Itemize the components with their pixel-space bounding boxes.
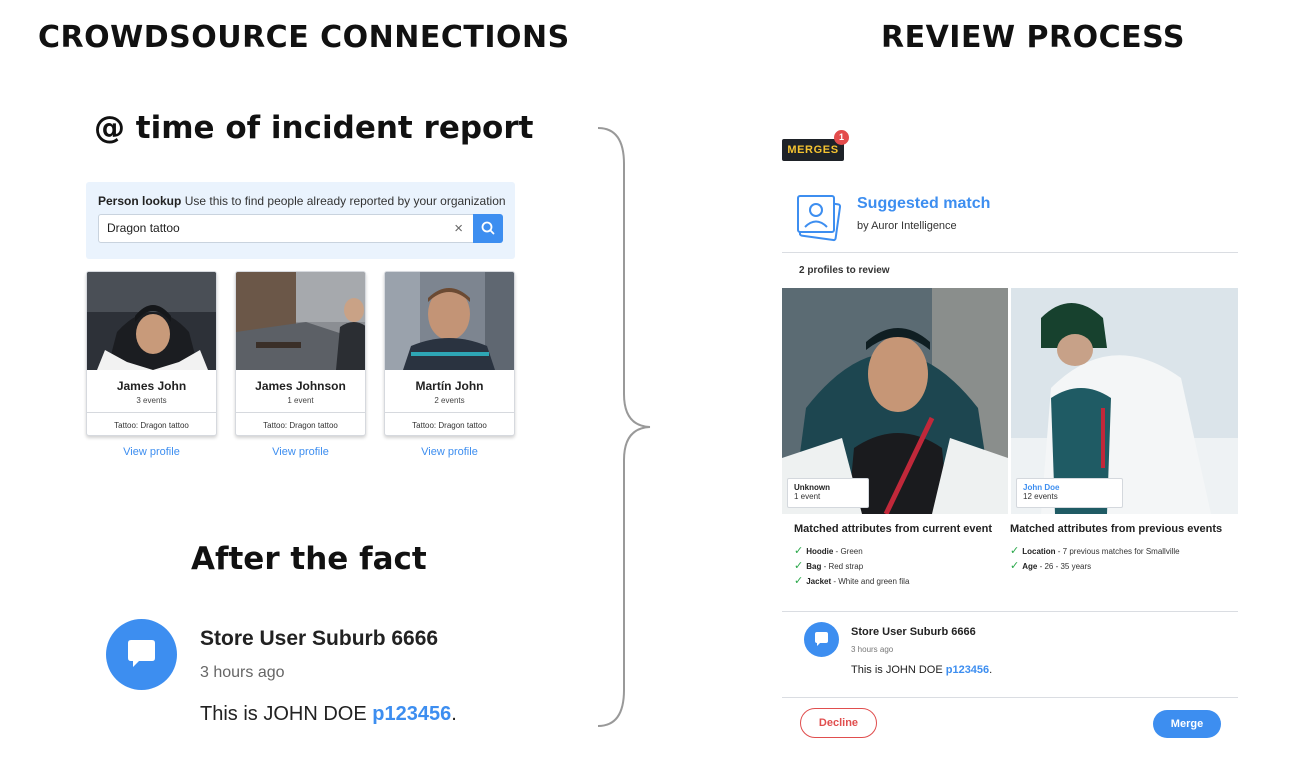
- person-lookup-panel: Person lookup Use this to find people al…: [86, 182, 515, 259]
- search-box: ×: [98, 214, 474, 243]
- check-icon: ✓: [794, 575, 804, 587]
- person-lookup-label-bold: Person lookup: [98, 194, 182, 208]
- person-attribute: Tattoo: Dragon tattoo: [412, 421, 487, 430]
- merges-count-badge: 1: [834, 130, 849, 145]
- attribute-item: ✓ Location - 7 previous matches for Small…: [1010, 544, 1180, 557]
- person-events: 1 event: [287, 396, 314, 405]
- person-card[interactable]: Martín John 2 events Tattoo: Dragon tatt…: [384, 271, 515, 436]
- card-divider: [236, 412, 365, 413]
- card-divider: [87, 412, 216, 413]
- comment-text-small: This is JOHN DOE p123456.: [851, 664, 992, 676]
- comment-text-suffix: .: [989, 664, 993, 676]
- check-icon: ✓: [1010, 545, 1020, 557]
- profile-label-unknown: Unknown 1 event: [787, 478, 869, 508]
- attribute-value: - Red strap: [821, 562, 864, 571]
- check-icon: ✓: [794, 560, 804, 572]
- attribute-value: - 26 - 35 years: [1037, 562, 1092, 571]
- incident-heading: @ time of incident report: [94, 110, 534, 146]
- check-icon: ✓: [794, 545, 804, 557]
- profile-reference-link[interactable]: p123456: [946, 664, 989, 676]
- person-events: 3 events: [136, 396, 167, 405]
- current-attributes-heading: Matched attributes from current event: [794, 523, 993, 535]
- after-heading: After the fact: [191, 541, 427, 577]
- previous-attributes-heading: Matched attributes from previous events: [1010, 523, 1223, 535]
- person-card[interactable]: James Johnson 1 event Tattoo: Dragon tat…: [235, 271, 366, 436]
- person-photo: [87, 272, 216, 370]
- comment-author: Store User Suburb 6666: [200, 627, 439, 650]
- profile-name: Unknown: [794, 483, 830, 492]
- view-profile-link[interactable]: View profile: [235, 446, 366, 458]
- comment-text: This is JOHN DOE p123456.: [200, 703, 457, 726]
- person-lookup-label: Person lookup Use this to find people al…: [98, 194, 506, 208]
- attribute-item: ✓ Jacket - White and green fila: [794, 574, 909, 587]
- attribute-value: - Green: [833, 547, 863, 556]
- search-button[interactable]: [473, 214, 503, 243]
- view-profile-link[interactable]: View profile: [384, 446, 515, 458]
- view-profile-link[interactable]: View profile: [86, 446, 217, 458]
- attribute-value: - 7 previous matches for Smallville: [1055, 547, 1180, 556]
- chat-bubble-icon: [128, 640, 155, 667]
- divider: [782, 611, 1238, 612]
- divider: [782, 697, 1238, 698]
- profile-events: 1 event: [794, 492, 821, 501]
- person-name: James John: [116, 379, 187, 393]
- attribute-key: Age: [1022, 562, 1038, 571]
- person-name: Martín John: [415, 379, 484, 393]
- person-events: 2 events: [434, 396, 465, 405]
- person-card[interactable]: James John 3 events Tattoo: Dragon tatto…: [86, 271, 217, 436]
- comment-text-suffix: .: [451, 703, 457, 725]
- person-name: James Johnson: [255, 379, 346, 393]
- comment-time-small: 3 hours ago: [851, 645, 894, 654]
- crowdsource-heading: CROWDSOURCE CONNECTIONS: [38, 20, 570, 55]
- comment-time: 3 hours ago: [200, 664, 285, 681]
- comment-avatar-small: [804, 622, 839, 657]
- decline-button[interactable]: Decline: [800, 708, 877, 738]
- comment-avatar: [106, 619, 177, 690]
- search-input[interactable]: [107, 221, 427, 235]
- person-photo: [385, 272, 514, 370]
- profile-name-link[interactable]: John Doe: [1023, 483, 1116, 492]
- attribute-item: ✓ Hoodie - Green: [794, 544, 863, 557]
- attribute-item: ✓ Bag - Red strap: [794, 559, 863, 572]
- curly-brace-connector: [597, 127, 651, 727]
- attribute-value: - White and green fila: [831, 577, 910, 586]
- search-icon: [481, 221, 495, 235]
- person-attribute: Tattoo: Dragon tattoo: [263, 421, 338, 430]
- attribute-key: Jacket: [806, 577, 832, 586]
- merge-button[interactable]: Merge: [1153, 710, 1221, 738]
- merges-tab[interactable]: MERGES: [782, 139, 844, 161]
- divider: [782, 252, 1238, 253]
- person-attribute: Tattoo: Dragon tattoo: [114, 421, 189, 430]
- chat-bubble-icon: [815, 632, 828, 646]
- attribute-key: Location: [1022, 547, 1056, 556]
- person-photo: [236, 272, 365, 370]
- comment-author-small: Store User Suburb 6666: [851, 626, 976, 638]
- suggested-match-source: by Auror Intelligence: [857, 220, 957, 232]
- clear-icon[interactable]: ×: [454, 220, 463, 237]
- profile-label-john-doe[interactable]: John Doe 12 events: [1016, 478, 1123, 508]
- person-lookup-help: Use this to find people already reported…: [184, 194, 506, 208]
- profile-events: 12 events: [1023, 492, 1058, 501]
- card-divider: [385, 412, 514, 413]
- comment-text-prefix: This is JOHN DOE: [851, 664, 946, 676]
- profiles-count: 2 profiles to review: [799, 265, 890, 276]
- suggested-match-title: Suggested match: [857, 195, 991, 212]
- attribute-item: ✓ Age - 26 - 35 years: [1010, 559, 1091, 572]
- attribute-key: Bag: [806, 562, 822, 571]
- suggested-match-icon: [797, 195, 842, 242]
- attribute-key: Hoodie: [806, 547, 834, 556]
- check-icon: ✓: [1010, 560, 1020, 572]
- comment-text-prefix: This is JOHN DOE: [200, 703, 373, 725]
- profile-reference-link[interactable]: p123456: [372, 703, 451, 725]
- review-heading: REVIEW PROCESS: [881, 20, 1185, 55]
